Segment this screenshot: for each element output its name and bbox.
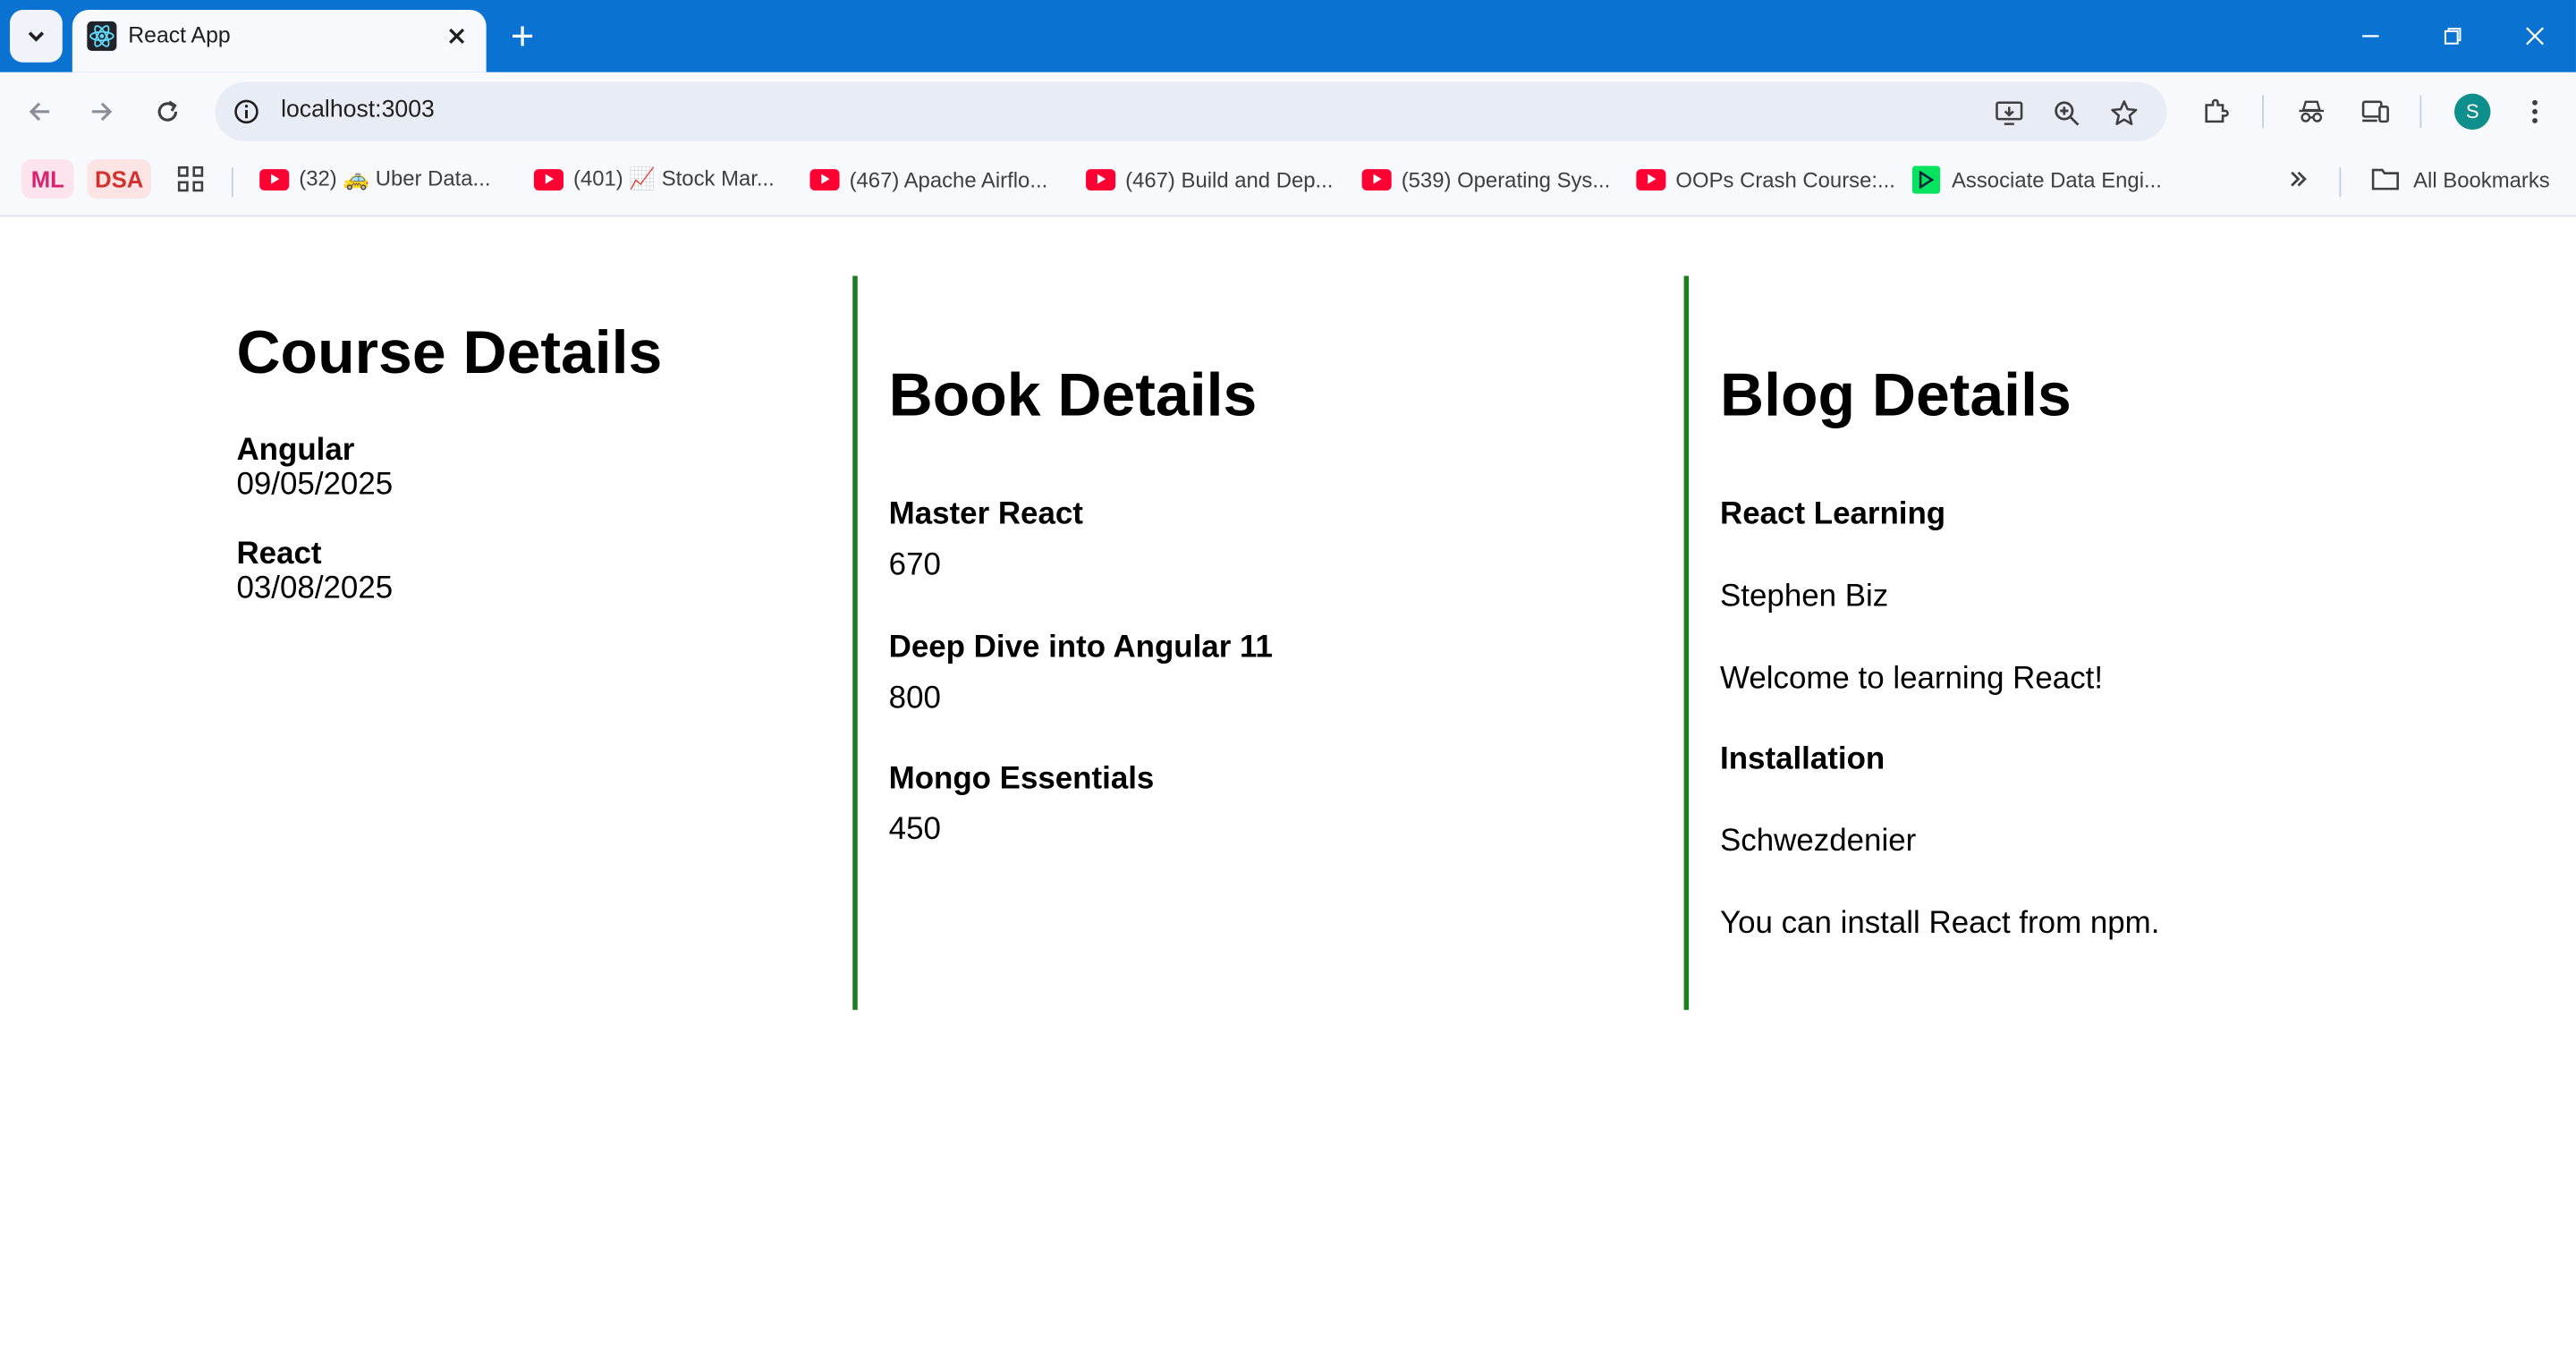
- course-name: Angular: [236, 433, 355, 469]
- tab-title: React App: [128, 22, 231, 48]
- minimize-button[interactable]: [2346, 13, 2395, 59]
- chevron-down-icon: [28, 31, 45, 42]
- browser-menu-button[interactable]: [2513, 90, 2556, 133]
- profile-avatar[interactable]: S: [2454, 93, 2491, 131]
- arrow-left-icon: [29, 102, 50, 122]
- bookmark-item[interactable]: (467) Build and Dep...: [1086, 161, 1333, 197]
- blog-body: Welcome to learning React!: [1720, 661, 2104, 697]
- youtube-icon: [1636, 168, 1666, 190]
- blog-body: You can install React from npm.: [1720, 906, 2160, 942]
- plus-icon: [513, 26, 533, 47]
- bookmark-star-button[interactable]: [2105, 94, 2144, 133]
- blog-title: React Learning: [1720, 497, 1946, 532]
- course-name: React: [236, 537, 322, 571]
- bookmark-ml[interactable]: ML: [21, 159, 74, 199]
- install-app-button[interactable]: [1989, 94, 2029, 133]
- incognito-button[interactable]: [2290, 90, 2333, 133]
- close-icon: [449, 28, 465, 44]
- youtube-icon: [1361, 168, 1392, 190]
- book-name: Mongo Essentials: [888, 761, 1155, 797]
- toolbar-divider: [2419, 95, 2422, 129]
- close-icon: [2526, 27, 2544, 46]
- course-date: 03/08/2025: [236, 571, 394, 606]
- browser-toolbar: localhost:3003 S: [0, 72, 2576, 151]
- new-tab-button[interactable]: [503, 16, 542, 55]
- bookmark-item[interactable]: OOPs Crash Course:...: [1636, 161, 1895, 197]
- restore-button[interactable]: [2428, 13, 2478, 59]
- zoom-button[interactable]: [2047, 94, 2087, 133]
- tab-strip: React App: [0, 0, 2576, 72]
- incognito-icon: [2299, 100, 2325, 123]
- book-name: Master React: [888, 497, 1083, 532]
- tab-search-button[interactable]: [10, 10, 63, 63]
- book-name: Deep Dive into Angular 11: [888, 631, 1273, 665]
- course-details-section: Course Details Angular 09/05/2025 React …: [236, 275, 827, 1010]
- site-info-button[interactable]: [228, 94, 264, 130]
- url-text[interactable]: localhost:3003: [281, 97, 435, 123]
- bookmark-item[interactable]: (467) Apache Airflo...: [809, 161, 1047, 197]
- book-price: 670: [888, 548, 941, 583]
- info-icon: [234, 99, 258, 124]
- minimize-icon: [2362, 35, 2379, 38]
- book-price: 800: [888, 681, 941, 716]
- blog-author: Schwezdenier: [1720, 824, 1917, 859]
- bookmark-item[interactable]: (539) Operating Sys...: [1361, 161, 1610, 197]
- course-details-heading: Course Details: [236, 318, 663, 386]
- blog-title: Installation: [1720, 741, 1885, 777]
- extensions-button[interactable]: [2195, 90, 2238, 133]
- arrow-right-icon: [91, 102, 113, 122]
- book-price: 450: [888, 812, 941, 848]
- back-button[interactable]: [16, 89, 62, 134]
- bookmark-item[interactable]: (401) 📈 Stock Mar...: [533, 161, 775, 197]
- install-icon: [1996, 101, 2023, 125]
- bookmark-item[interactable]: Associate Data Engi...: [1911, 161, 2162, 197]
- blog-details-heading: Blog Details: [1720, 360, 2072, 429]
- reload-button[interactable]: [145, 89, 191, 134]
- restore-icon: [2444, 28, 2462, 45]
- youtube-icon: [1086, 168, 1116, 190]
- reload-icon: [157, 100, 178, 122]
- more-bookmarks-button[interactable]: [2287, 161, 2310, 197]
- cast-devices-button[interactable]: [2354, 90, 2397, 133]
- youtube-icon: [533, 168, 564, 190]
- more-vertical-icon: [2532, 99, 2538, 123]
- tab-close-button[interactable]: [440, 20, 473, 53]
- datacamp-icon: [1911, 165, 1941, 193]
- zoom-icon: [2055, 101, 2080, 126]
- bookmarks-divider: [2339, 167, 2342, 198]
- youtube-icon: [259, 168, 290, 190]
- bookmarks-bar: ML DSA (32) 🚕 Uber Data... (401) 📈 Stock…: [0, 150, 2576, 217]
- forward-button[interactable]: [79, 89, 124, 134]
- bookmarks-divider: [231, 167, 233, 198]
- course-date: 09/05/2025: [236, 468, 394, 503]
- apps-button[interactable]: [176, 161, 206, 197]
- star-icon: [2111, 100, 2138, 125]
- tab-react-app[interactable]: React App: [72, 10, 487, 72]
- toolbar-divider: [2262, 95, 2264, 129]
- youtube-icon: [809, 168, 840, 190]
- blog-details-section: Blog Details React Learning Stephen Biz …: [1683, 275, 2478, 1011]
- bookmark-item[interactable]: (32) 🚕 Uber Data...: [259, 161, 490, 197]
- all-bookmarks-button[interactable]: All Bookmarks: [2370, 161, 2550, 197]
- bookmark-dsa[interactable]: DSA: [87, 159, 151, 199]
- close-window-button[interactable]: [2510, 13, 2559, 59]
- blog-author: Stephen Biz: [1720, 580, 1889, 614]
- book-details-heading: Book Details: [888, 360, 1258, 429]
- address-bar[interactable]: localhost:3003: [215, 81, 2167, 141]
- apps-grid-icon: [177, 165, 204, 192]
- book-details-section: Book Details Master React 670 Deep Dive …: [852, 275, 1646, 1011]
- double-chevron-right-icon: [2291, 171, 2307, 187]
- folder-icon: [2371, 168, 2399, 190]
- react-logo-icon: [87, 21, 117, 51]
- page-content: Course Details Angular 09/05/2025 React …: [0, 216, 2576, 1363]
- devices-icon: [2361, 100, 2389, 123]
- puzzle-icon: [2205, 98, 2229, 123]
